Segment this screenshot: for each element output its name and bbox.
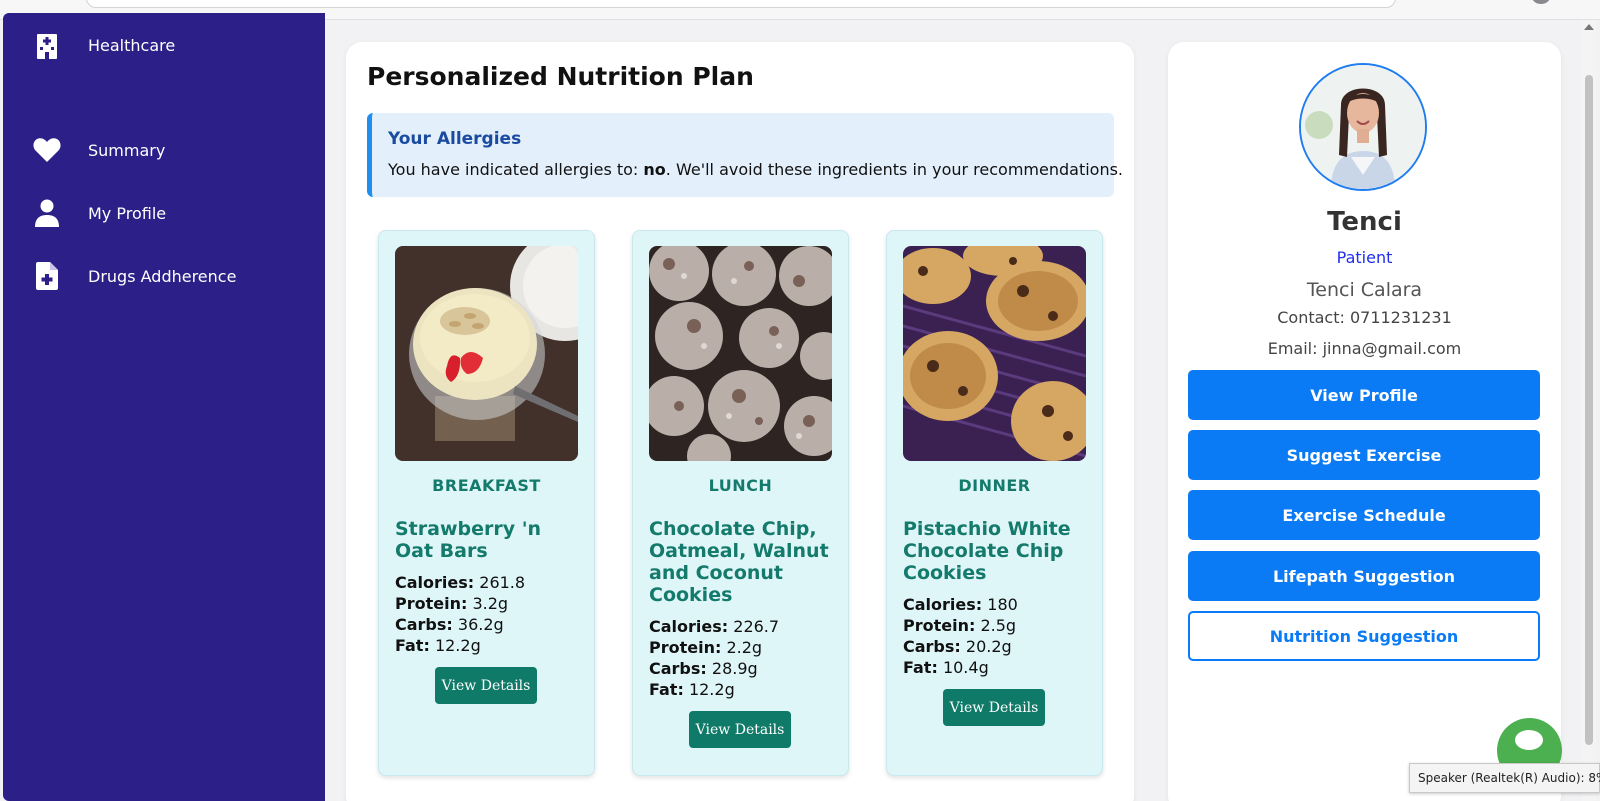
protein-row: Protein: 2.5g (903, 615, 1018, 636)
meal-name: Pistachio White Chocolate Chip Cookies (903, 518, 1071, 584)
protein-label: Protein: (903, 616, 976, 635)
nutrition-facts: Calories: 180 Protein: 2.5g Carbs: 20.2g… (903, 594, 1018, 678)
sidebar-item-drugs-addherence[interactable]: Drugs Addherence (3, 256, 325, 296)
suggest-exercise-button[interactable]: Suggest Exercise (1188, 430, 1540, 480)
sidebar-item-label: Drugs Addherence (88, 266, 237, 286)
fat-label: Fat: (649, 680, 684, 699)
allergy-text-suffix: . We'll avoid these ingredients in your … (665, 160, 1124, 179)
protein-row: Protein: 2.2g (649, 637, 779, 658)
sidebar-item-my-profile[interactable]: My Profile (3, 193, 325, 233)
carbs-label: Carbs: (649, 659, 707, 678)
profile-card: Tenci Patient Tenci Calara Contact: 0711… (1168, 42, 1561, 801)
heart-icon (31, 134, 63, 166)
profile-full-name: Tenci Calara (1306, 279, 1423, 301)
meal-type: DINNER (958, 476, 1031, 495)
scroll-thumb[interactable] (1585, 75, 1593, 745)
fat-row: Fat: 10.4g (903, 657, 1018, 678)
breakfast-image (395, 246, 578, 461)
meal-type: BREAKFAST (432, 476, 541, 495)
avatar[interactable] (1299, 63, 1427, 191)
volume-tooltip: Speaker (Realtek(R) Audio): 8% (1409, 763, 1600, 793)
carbs-row: Carbs: 28.9g (649, 658, 779, 679)
user-icon (31, 197, 63, 229)
meal-name: Strawberry 'n Oat Bars (395, 518, 542, 562)
allergy-title: Your Allergies (388, 129, 522, 149)
lifepath-suggestion-button[interactable]: Lifepath Suggestion (1188, 551, 1540, 601)
view-details-button[interactable]: View Details (435, 667, 537, 704)
profile-circle-icon[interactable] (1532, 0, 1550, 4)
lunch-image (649, 246, 832, 461)
carbs-value: 20.2g (965, 637, 1012, 656)
sidebar: Healthcare Summary My Profile Drugs Addh… (3, 13, 325, 801)
allergy-value: no (643, 160, 666, 179)
hospital-icon (31, 29, 63, 61)
calories-value: 226.7 (733, 617, 780, 636)
dinner-image (903, 246, 1086, 461)
medical-file-icon (31, 260, 63, 292)
profile-contact: Contact: 0711231231 (1277, 308, 1452, 327)
carbs-label: Carbs: (903, 637, 961, 656)
fat-label: Fat: (395, 636, 430, 655)
meal-type: LUNCH (708, 476, 773, 495)
calories-row: Calories: 261.8 (395, 572, 525, 593)
scroll-up-arrow-icon[interactable] (1584, 24, 1594, 30)
sidebar-item-label: My Profile (88, 203, 167, 223)
meal-card-breakfast: BREAKFAST Strawberry 'n Oat Bars Calorie… (378, 230, 595, 776)
fat-value: 12.2g (434, 636, 481, 655)
protein-row: Protein: 3.2g (395, 593, 525, 614)
protein-value: 2.5g (980, 616, 1017, 635)
carbs-value: 28.9g (711, 659, 758, 678)
nutrition-plan-card: Personalized Nutrition Plan Your Allergi… (346, 42, 1134, 801)
fat-row: Fat: 12.2g (649, 679, 779, 700)
calories-label: Calories: (649, 617, 729, 636)
calories-value: 180 (987, 595, 1018, 614)
fat-label: Fat: (903, 658, 938, 677)
meal-card-dinner: DINNER Pistachio White Chocolate Chip Co… (886, 230, 1103, 776)
carbs-label: Carbs: (395, 615, 453, 634)
calories-label: Calories: (903, 595, 983, 614)
profile-email: Email: jinna@gmail.com (1267, 339, 1462, 358)
meal-name: Chocolate Chip, Oatmeal, Walnut and Coco… (649, 518, 829, 606)
calories-row: Calories: 226.7 (649, 616, 779, 637)
fat-value: 12.2g (688, 680, 735, 699)
carbs-row: Carbs: 36.2g (395, 614, 525, 635)
page-scrollbar[interactable] (1582, 20, 1596, 801)
protein-value: 3.2g (472, 594, 509, 613)
allergy-text-prefix: You have indicated allergies to: (388, 160, 644, 179)
calories-value: 261.8 (479, 573, 526, 592)
view-profile-button[interactable]: View Profile (1188, 370, 1540, 420)
profile-role: Patient (1336, 248, 1393, 267)
meal-card-lunch: LUNCH Chocolate Chip, Oatmeal, Walnut an… (632, 230, 849, 776)
carbs-value: 36.2g (457, 615, 504, 634)
fat-value: 10.4g (942, 658, 989, 677)
nutrition-facts: Calories: 261.8 Protein: 3.2g Carbs: 36.… (395, 572, 525, 656)
fat-row: Fat: 12.2g (395, 635, 525, 656)
sidebar-item-summary[interactable]: Summary (3, 130, 325, 170)
protein-value: 2.2g (726, 638, 763, 657)
view-details-button[interactable]: View Details (689, 711, 791, 748)
view-details-button[interactable]: View Details (943, 689, 1045, 726)
protein-label: Protein: (649, 638, 722, 657)
carbs-row: Carbs: 20.2g (903, 636, 1018, 657)
sidebar-item-label: Summary (88, 140, 166, 160)
address-bar[interactable] (86, 0, 1396, 8)
exercise-schedule-button[interactable]: Exercise Schedule (1188, 490, 1540, 540)
sidebar-brand[interactable]: Healthcare (3, 25, 325, 65)
protein-label: Protein: (395, 594, 468, 613)
profile-name: Tenci (1327, 207, 1402, 237)
nutrition-facts: Calories: 226.7 Protein: 2.2g Carbs: 28.… (649, 616, 779, 700)
page-title: Personalized Nutrition Plan (367, 62, 754, 91)
allergy-alert: Your Allergies You have indicated allerg… (367, 113, 1123, 197)
calories-row: Calories: 180 (903, 594, 1018, 615)
allergy-text: You have indicated allergies to: no. We'… (388, 160, 1123, 179)
brand-label: Healthcare (88, 35, 176, 55)
nutrition-suggestion-button[interactable]: Nutrition Suggestion (1188, 611, 1540, 661)
calories-label: Calories: (395, 573, 475, 592)
